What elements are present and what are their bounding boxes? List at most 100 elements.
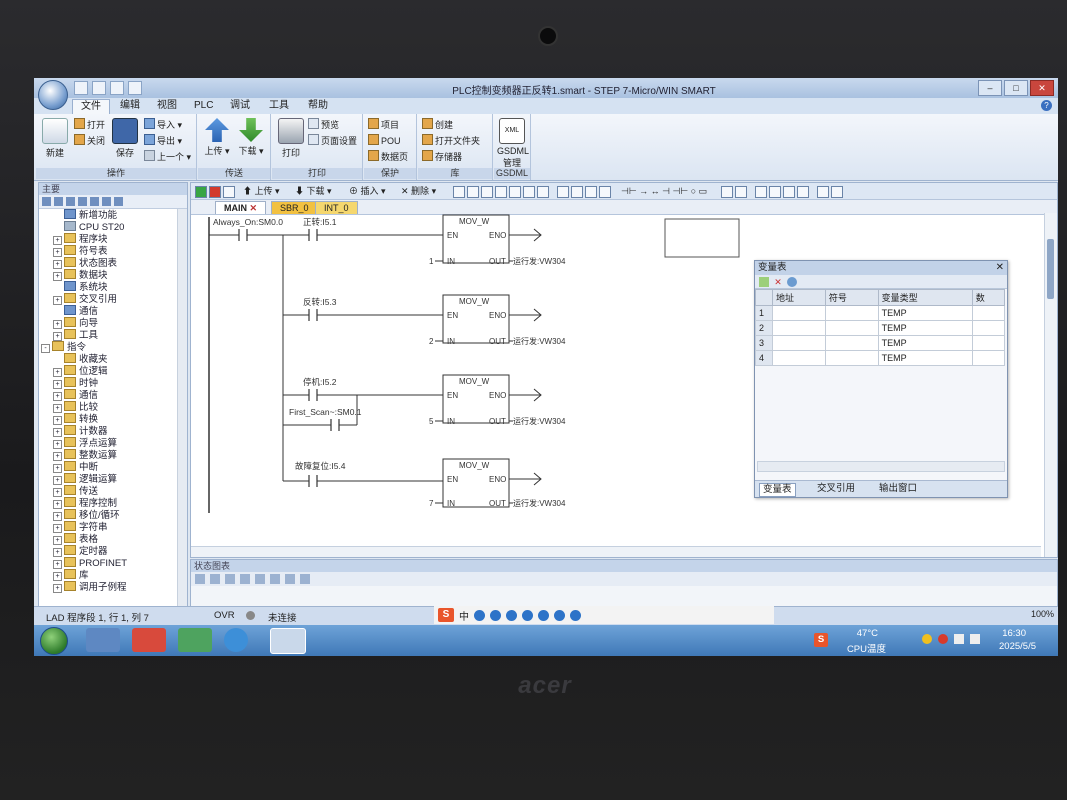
skin-icon[interactable] [538, 609, 549, 621]
create-library-button[interactable]: 创建 [422, 118, 453, 130]
run-icon[interactable] [195, 186, 207, 198]
expander-icon[interactable]: - [41, 344, 50, 353]
tree-item[interactable]: + 调用子例程 [39, 581, 187, 593]
expander-icon[interactable]: + [53, 332, 62, 341]
expander-icon[interactable]: + [53, 476, 62, 485]
save-icon[interactable] [110, 81, 124, 95]
preview-button[interactable]: 预览 [308, 118, 339, 130]
tree-item[interactable]: + 工具 [39, 329, 187, 341]
tree-item[interactable]: + 交叉引用 [39, 293, 187, 305]
tree-item[interactable]: 收藏夹 [39, 353, 187, 365]
table-row[interactable]: 4 TEMP [755, 350, 1006, 366]
sogou-ime-icon[interactable]: S [438, 608, 454, 622]
new-button[interactable]: 新建 [40, 118, 70, 159]
maximize-button[interactable]: □ [1004, 80, 1028, 96]
expander-icon[interactable]: + [53, 548, 62, 557]
tree-item[interactable]: + 程序块 [39, 233, 187, 245]
toolbar-icon[interactable] [599, 186, 611, 198]
tab-file[interactable]: 文件 [72, 99, 110, 114]
tree-item[interactable]: + 向导 [39, 317, 187, 329]
tree-item[interactable]: + 字符串 [39, 521, 187, 533]
close-icon[interactable]: ✕ [996, 261, 1004, 275]
cell-data-type[interactable] [971, 335, 1006, 351]
tree-item[interactable]: + 浮点运算 [39, 437, 187, 449]
cell-addr[interactable] [772, 305, 826, 321]
tab-output-window[interactable]: 输出窗口 [879, 483, 917, 495]
taskbar-app-icon[interactable] [178, 628, 212, 652]
cell-addr[interactable] [772, 335, 826, 351]
cell-type[interactable]: TEMP [877, 335, 973, 351]
toolbar-icon[interactable] [509, 186, 521, 198]
wps-icon[interactable] [132, 628, 166, 652]
download-button[interactable]: 下载 ▾ [236, 118, 266, 157]
tree-item[interactable]: 新增功能 [39, 209, 187, 221]
insert-row-icon[interactable] [759, 277, 769, 287]
close-project-button[interactable]: 关闭 [74, 134, 105, 146]
stop-icon[interactable] [209, 186, 221, 198]
toolbar-icon[interactable] [783, 186, 795, 198]
help-icon[interactable]: ? [1041, 100, 1052, 111]
tree-tool-icon[interactable] [90, 197, 99, 206]
tree-item[interactable]: + 移位/循环 [39, 509, 187, 521]
table-row[interactable]: 1 TEMP [755, 305, 1006, 321]
minimize-button[interactable]: – [978, 80, 1002, 96]
toolbar-icon[interactable] [467, 186, 479, 198]
sogou-tray-icon[interactable]: S [814, 633, 828, 647]
cell-n[interactable]: 1 [755, 305, 773, 321]
expander-icon[interactable]: + [53, 320, 62, 329]
toolbar-icon[interactable] [557, 186, 569, 198]
protect-project-button[interactable]: 项目 [368, 118, 399, 130]
refresh-icon[interactable] [787, 277, 797, 287]
toolbar-icon[interactable] [495, 186, 507, 198]
toolbar-icon[interactable] [270, 574, 280, 584]
tree-item[interactable]: + 转换 [39, 413, 187, 425]
expander-icon[interactable]: + [53, 584, 62, 593]
compile-icon[interactable] [223, 186, 235, 198]
cell-sym[interactable] [824, 305, 879, 321]
tab-plc[interactable]: PLC [186, 99, 221, 113]
tree-item[interactable]: + 逻辑运算 [39, 473, 187, 485]
tree-item[interactable]: + 比较 [39, 401, 187, 413]
variable-table-hscrollbar[interactable] [757, 461, 1005, 472]
tree-item[interactable]: + 表格 [39, 533, 187, 545]
expander-icon[interactable]: + [53, 248, 62, 257]
protect-pou-button[interactable]: POU [368, 134, 401, 146]
import-button[interactable]: 导入 ▾ [144, 118, 182, 130]
previous-button[interactable]: 上一个 ▾ [144, 150, 191, 162]
export-button[interactable]: 导出 ▾ [144, 134, 182, 146]
delete-row-icon[interactable]: ✕ [773, 277, 783, 287]
editor-vertical-scrollbar[interactable] [1044, 213, 1057, 557]
app-menu-orb[interactable] [38, 80, 68, 110]
cell-data-type[interactable] [971, 320, 1006, 336]
tree-tool-icon[interactable] [102, 197, 111, 206]
tree-item[interactable]: + 通信 [39, 389, 187, 401]
toolbar-icon[interactable] [300, 574, 310, 584]
tree-item[interactable]: + 整数运算 [39, 449, 187, 461]
cell-n[interactable]: 2 [755, 320, 773, 336]
editor-horizontal-scrollbar[interactable] [191, 546, 1041, 557]
toolbar-icon[interactable] [585, 186, 597, 198]
network-icon[interactable] [954, 634, 964, 644]
expander-icon[interactable]: + [53, 260, 62, 269]
tree-tool-icon[interactable] [114, 197, 123, 206]
toolbar-icon[interactable] [453, 186, 465, 198]
clock-time[interactable]: 16:30 [1002, 628, 1026, 639]
emoji-icon[interactable] [490, 609, 501, 621]
cell-addr[interactable] [772, 320, 826, 336]
start-button[interactable] [40, 627, 68, 655]
expander-icon[interactable]: + [53, 452, 62, 461]
toolbar-icon[interactable] [817, 186, 829, 198]
editor-download-button[interactable]: ⬇ 下载 ▾ [295, 185, 332, 197]
cell-sym[interactable] [824, 320, 879, 336]
page-setup-button[interactable]: 页面设置 [308, 134, 357, 146]
new-file-icon[interactable] [74, 81, 88, 95]
toolbar-icon[interactable] [797, 186, 809, 198]
tab-help[interactable]: 帮助 [300, 99, 336, 113]
cell-data-type[interactable] [971, 305, 1006, 321]
tree-item[interactable]: + 数据块 [39, 269, 187, 281]
print-icon[interactable] [128, 81, 142, 95]
tray-icon[interactable] [922, 634, 932, 644]
tab-cross-reference[interactable]: 交叉引用 [817, 483, 855, 495]
toolbar-icon[interactable] [755, 186, 767, 198]
expander-icon[interactable]: + [53, 416, 62, 425]
